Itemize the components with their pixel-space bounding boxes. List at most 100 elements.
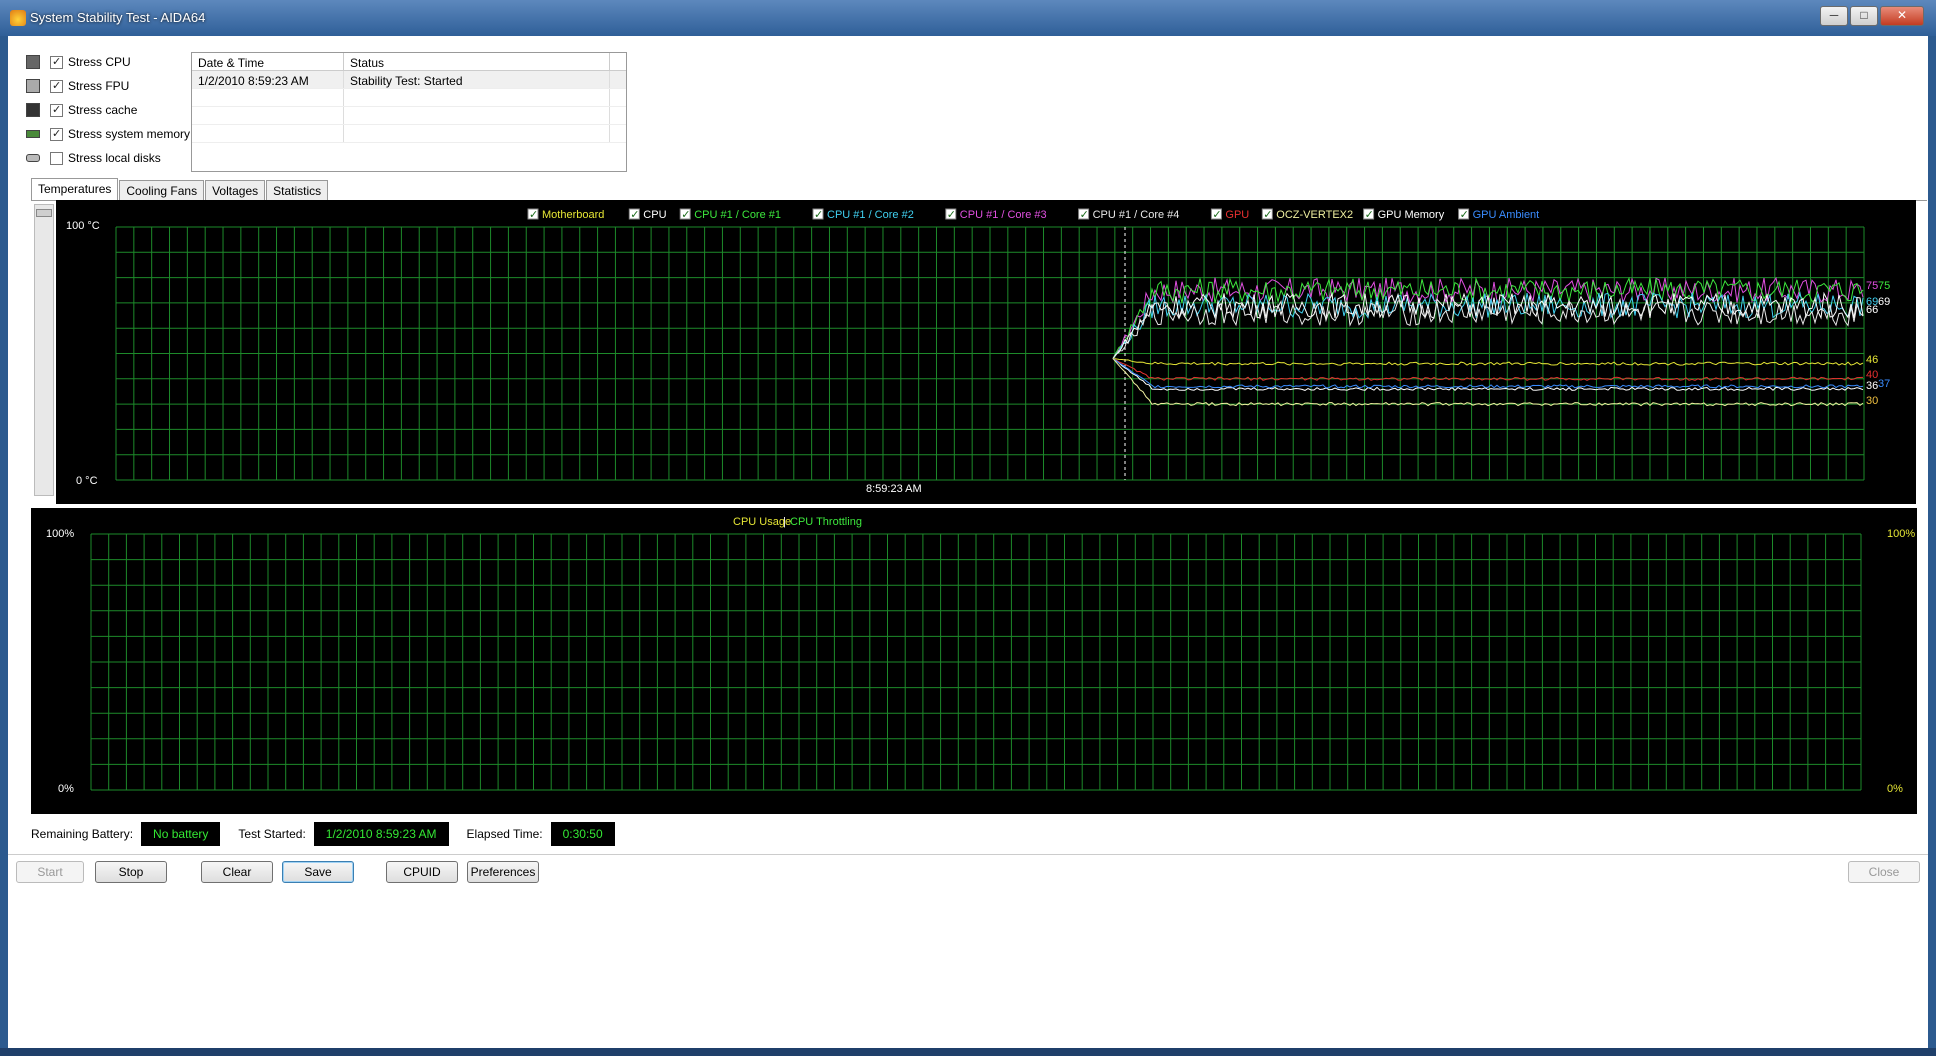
close-button[interactable]: Close bbox=[1848, 861, 1920, 883]
stress-options: Stress CPU Stress FPU Stress cache Stres… bbox=[26, 50, 190, 170]
usage-left-max: 100% bbox=[46, 528, 74, 540]
temperature-scale-slider[interactable] bbox=[34, 204, 54, 496]
tab-voltages[interactable]: Voltages bbox=[205, 180, 266, 200]
legend-separator: | bbox=[783, 516, 786, 528]
usage-left-min: 0% bbox=[58, 783, 74, 795]
stress-cache-option[interactable]: Stress cache bbox=[26, 98, 190, 122]
end-value-8: 37 bbox=[1878, 378, 1890, 390]
legend-item-5: CPU #1 / Core #4 bbox=[1093, 209, 1180, 221]
stress-cpu-option[interactable]: Stress CPU bbox=[26, 50, 190, 74]
stress-cache-checkbox[interactable] bbox=[50, 103, 63, 117]
stress-fpu-checkbox[interactable] bbox=[50, 79, 63, 93]
stress-fpu-label: Stress FPU bbox=[68, 79, 130, 93]
legend-item-0: Motherboard bbox=[542, 209, 604, 221]
svg-text:✓: ✓ bbox=[529, 209, 538, 221]
window-close-button[interactable]: ✕ bbox=[1880, 6, 1924, 26]
end-value-1: 75 bbox=[1878, 280, 1890, 292]
test-started-value: 1/2/2010 8:59:23 AM bbox=[313, 822, 449, 846]
svg-text:✓: ✓ bbox=[630, 209, 639, 221]
battery-value: No battery bbox=[141, 822, 221, 846]
series-line-9 bbox=[1112, 358, 1864, 407]
end-value-7: 36 bbox=[1866, 380, 1878, 392]
status-log[interactable]: Date & Time Status 1/2/2010 8:59:23 AM S… bbox=[191, 52, 627, 172]
log-header-datetime[interactable]: Date & Time bbox=[192, 53, 344, 70]
legend-item-2: CPU #1 / Core #1 bbox=[694, 209, 781, 221]
temp-y-min-label: 0 °C bbox=[76, 475, 98, 487]
legend-item-1: CPU bbox=[643, 209, 666, 221]
chart-tabs: Temperatures Cooling Fans Voltages Stati… bbox=[31, 178, 329, 200]
temp-y-max-label: 100 °C bbox=[66, 220, 100, 232]
end-value-5: 46 bbox=[1866, 354, 1878, 366]
window-title: System Stability Test - AIDA64 bbox=[30, 10, 206, 25]
series-line-6 bbox=[1112, 358, 1864, 381]
stress-disks-label: Stress local disks bbox=[68, 151, 161, 165]
stress-memory-label: Stress system memory bbox=[68, 127, 191, 141]
window-client: Stress CPU Stress FPU Stress cache Stres… bbox=[8, 36, 1928, 1056]
cpu-icon bbox=[26, 55, 40, 69]
fpu-icon bbox=[26, 79, 40, 93]
svg-text:✓: ✓ bbox=[1365, 209, 1374, 221]
log-cell-datetime: 1/2/2010 8:59:23 AM bbox=[192, 71, 344, 88]
legend-item-7: OCZ-VERTEX2 bbox=[1276, 209, 1353, 221]
preferences-button[interactable]: Preferences bbox=[467, 861, 539, 883]
legend-item-6: GPU bbox=[1225, 209, 1249, 221]
stress-cpu-label: Stress CPU bbox=[68, 55, 131, 69]
series-line-5 bbox=[1112, 358, 1864, 366]
minimize-button[interactable]: ─ bbox=[1820, 6, 1848, 26]
legend-item-3: CPU #1 / Core #2 bbox=[827, 209, 914, 221]
temperature-chart: ✓ Motherboard ✓ CPU ✓ CPU #1 / Core #1 ✓ CPU #1… bbox=[56, 200, 1916, 504]
test-started-label: Test Started: bbox=[238, 827, 306, 841]
svg-text:✓: ✓ bbox=[947, 209, 956, 221]
temperature-chart-svg: ✓ Motherboard ✓ CPU ✓ CPU #1 / Core #1 ✓ CPU #1… bbox=[66, 208, 1890, 495]
stress-fpu-option[interactable]: Stress FPU bbox=[26, 74, 190, 98]
tab-temperatures[interactable]: Temperatures bbox=[31, 178, 119, 200]
svg-text:✓: ✓ bbox=[681, 209, 690, 221]
end-value-4: 66 bbox=[1866, 304, 1878, 316]
cpuid-button[interactable]: CPUID bbox=[386, 861, 458, 883]
elapsed-time-label: Elapsed Time: bbox=[466, 827, 543, 841]
stop-button[interactable]: Stop bbox=[95, 861, 167, 883]
svg-text:✓: ✓ bbox=[1080, 209, 1089, 221]
legend-item-9: GPU Ambient bbox=[1473, 209, 1540, 221]
cache-icon bbox=[26, 103, 40, 117]
status-row: Remaining Battery: No battery Test Start… bbox=[31, 822, 633, 846]
series-line-4 bbox=[1112, 298, 1864, 359]
usage-right-min: 0% bbox=[1887, 783, 1903, 795]
stress-disks-option[interactable]: Stress local disks bbox=[26, 146, 190, 170]
cpu-throttling-legend: CPU Throttling bbox=[790, 516, 862, 528]
disk-icon bbox=[26, 154, 40, 162]
end-value-3: 69 bbox=[1878, 296, 1890, 308]
memory-icon bbox=[26, 130, 40, 138]
legend-item-4: CPU #1 / Core #3 bbox=[960, 209, 1047, 221]
aida64-app-icon bbox=[10, 10, 26, 26]
svg-text:✓: ✓ bbox=[1263, 209, 1272, 221]
cpu-usage-chart-svg: CPU Usage | CPU Throttling 100% 0% 100% … bbox=[46, 516, 1915, 795]
temp-x-marker-label: 8:59:23 AM bbox=[866, 483, 922, 495]
svg-text:✓: ✓ bbox=[1212, 209, 1221, 221]
stress-disks-checkbox[interactable] bbox=[50, 151, 63, 165]
stress-cache-label: Stress cache bbox=[68, 103, 138, 117]
log-cell-status: Stability Test: Started bbox=[344, 71, 610, 88]
save-button[interactable]: Save bbox=[282, 861, 354, 883]
legend-item-8: GPU Memory bbox=[1378, 209, 1445, 221]
button-bar-divider bbox=[8, 854, 1928, 856]
stress-cpu-checkbox[interactable] bbox=[50, 55, 63, 69]
tab-statistics[interactable]: Statistics bbox=[266, 180, 329, 200]
slider-thumb[interactable] bbox=[36, 209, 52, 217]
end-value-0: 75 bbox=[1866, 280, 1878, 292]
battery-label: Remaining Battery: bbox=[31, 827, 134, 841]
log-row[interactable]: 1/2/2010 8:59:23 AM Stability Test: Star… bbox=[192, 71, 626, 89]
stress-memory-option[interactable]: Stress system memory bbox=[26, 122, 190, 146]
log-header-status[interactable]: Status bbox=[344, 53, 610, 70]
maximize-button[interactable]: □ bbox=[1850, 6, 1878, 26]
usage-right-max: 100% bbox=[1887, 528, 1915, 540]
clear-button[interactable]: Clear bbox=[201, 861, 273, 883]
stress-memory-checkbox[interactable] bbox=[50, 127, 63, 141]
tab-cooling-fans[interactable]: Cooling Fans bbox=[119, 180, 205, 200]
elapsed-time-value: 0:30:50 bbox=[550, 822, 615, 846]
end-value-9: 30 bbox=[1866, 395, 1878, 407]
svg-text:✓: ✓ bbox=[1460, 209, 1469, 221]
start-button[interactable]: Start bbox=[16, 861, 84, 883]
title-bar[interactable]: System Stability Test - AIDA64 ─ □ ✕ bbox=[0, 0, 1936, 36]
windows-taskbar bbox=[0, 1048, 1936, 1056]
